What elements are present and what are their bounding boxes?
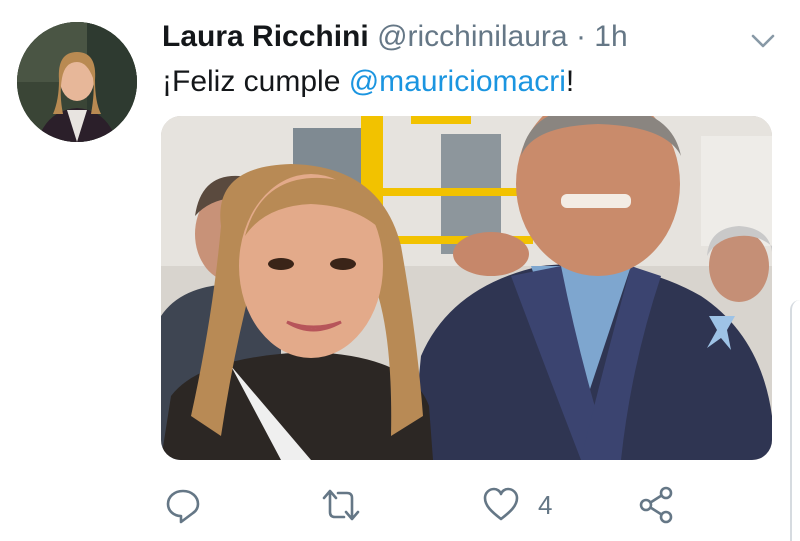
heart-icon: [482, 486, 520, 524]
tweet-text-prefix: ¡Feliz cumple: [162, 65, 349, 98]
separator-dot: ·: [575, 20, 586, 53]
author-handle[interactable]: @ricchinilaura: [377, 20, 568, 53]
reply-button[interactable]: [164, 483, 220, 527]
scroll-edge: [790, 300, 800, 541]
retweet-icon: [320, 486, 362, 524]
tweet-actions: 4: [160, 483, 700, 527]
reply-icon: [164, 486, 202, 524]
avatar[interactable]: [17, 22, 137, 142]
like-button[interactable]: 4: [482, 483, 552, 527]
like-count: 4: [538, 489, 553, 520]
retweet-button[interactable]: [320, 483, 380, 527]
tweet-time[interactable]: 1h: [594, 20, 627, 53]
chevron-down-icon[interactable]: [748, 26, 778, 56]
tweet-text-suffix: !: [565, 65, 575, 98]
tweet-header: Laura Ricchini @ricchinilaura · 1h: [162, 18, 628, 56]
share-icon: [636, 485, 676, 525]
mention-link[interactable]: @mauriciomacri: [349, 65, 566, 98]
tweet-text: ¡Feliz cumple @mauriciomacri!: [162, 62, 574, 102]
tweet-photo[interactable]: [161, 116, 772, 460]
share-button[interactable]: [636, 483, 676, 527]
author-name[interactable]: Laura Ricchini: [162, 20, 369, 53]
